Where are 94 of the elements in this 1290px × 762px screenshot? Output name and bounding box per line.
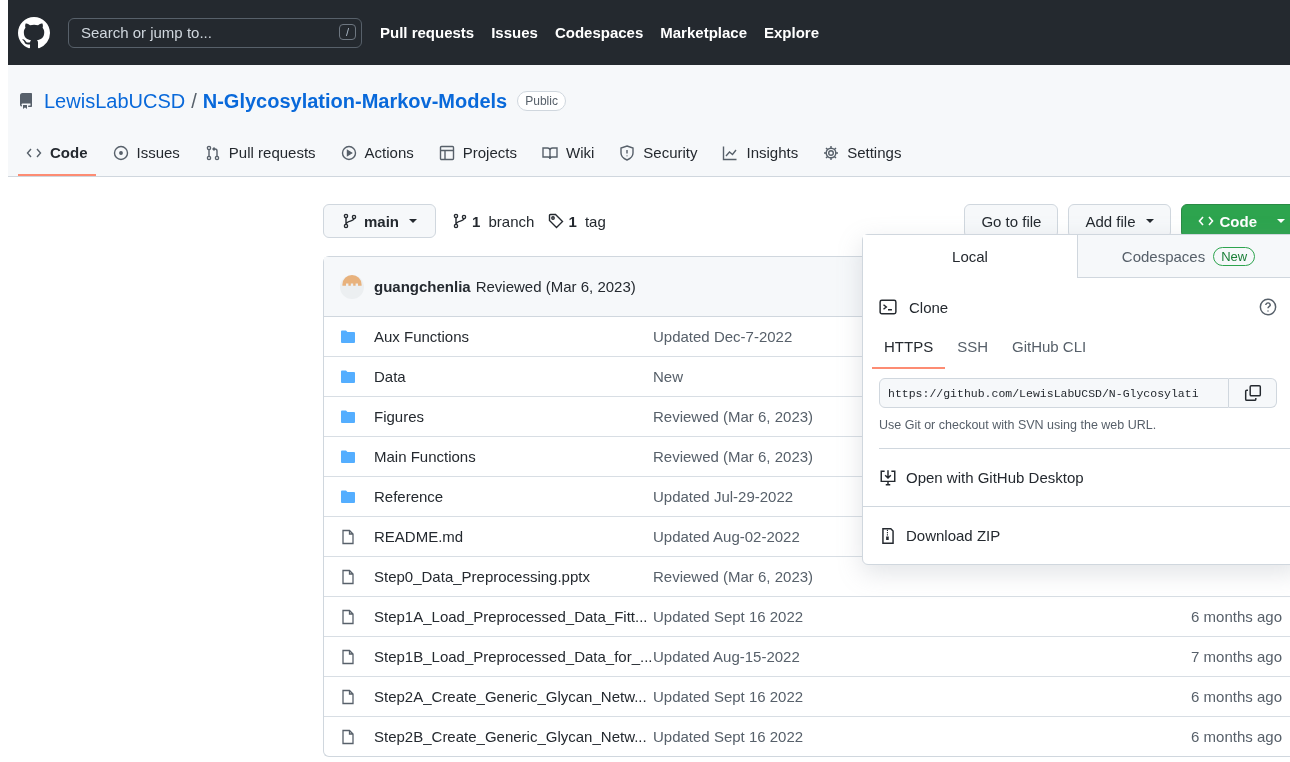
folder-icon: [340, 368, 356, 385]
commit-message-link[interactable]: Reviewed (Mar 6, 2023): [653, 568, 814, 585]
nav-link[interactable]: Pull requests: [380, 24, 475, 41]
clone-hint: Use Git or checkout with SVN using the web URL.: [879, 418, 1290, 449]
circle-dot-icon: [112, 144, 129, 161]
desktop-download-icon: [879, 468, 897, 487]
repo-tab[interactable]: Security: [611, 134, 706, 176]
zip-file-icon: [879, 526, 897, 545]
clone-title: Clone: [909, 298, 949, 316]
tags-link[interactable]: 1 tag: [548, 212, 606, 230]
graph-icon: [722, 144, 739, 161]
protocol-tab[interactable]: GitHub CLI: [1000, 330, 1099, 369]
owner-link[interactable]: LewisLabUCSD: [44, 89, 186, 113]
path-separator: /: [191, 89, 197, 113]
repo-tab[interactable]: Insights: [714, 134, 807, 176]
nav-link[interactable]: Codespaces: [554, 24, 644, 41]
caret-icon: [1145, 219, 1154, 223]
repo-tab[interactable]: Pull requests: [196, 134, 324, 176]
commit-message-link[interactable]: Updated Jul-29-2022: [653, 488, 794, 505]
nav-link[interactable]: Explore: [764, 24, 820, 41]
repo-tab[interactable]: Settings: [815, 134, 910, 176]
copy-button[interactable]: [1229, 378, 1277, 408]
commit-message-link[interactable]: Updated Aug-15-2022: [653, 648, 800, 665]
branch-icon: [342, 213, 358, 229]
commit-age: 6 months ago: [1191, 728, 1282, 745]
commit-message-link[interactable]: Updated Dec-7-2022: [653, 328, 793, 345]
repo-tab[interactable]: Actions: [332, 134, 422, 176]
folder-icon: [340, 448, 356, 465]
menu-item[interactable]: Download ZIP: [863, 507, 1290, 564]
shield-icon: [619, 144, 636, 161]
repo-tab[interactable]: Code: [18, 134, 96, 176]
file-name-link[interactable]: Reference: [374, 488, 653, 505]
commit-author[interactable]: guangchenlia: [374, 278, 471, 295]
clone-url-field[interactable]: https://github.com/LewisLabUCSD/N-Glycosylati: [879, 378, 1229, 408]
file-icon: [340, 608, 356, 625]
folder-icon: [340, 408, 356, 425]
file-name-link[interactable]: README.md: [374, 528, 653, 545]
commit-age: 6 months ago: [1191, 608, 1282, 625]
file-name-link[interactable]: Step1B_Load_Preprocessed_Data_for_...: [374, 648, 653, 665]
file-name-link[interactable]: Step2B_Create_Generic_Glycan_Netw...: [374, 728, 653, 745]
file-name-link[interactable]: Main Functions: [374, 448, 653, 465]
file-icon: [340, 648, 356, 665]
visibility-label: Public: [517, 91, 566, 111]
commit-message-link[interactable]: Updated Sept 16 2022: [653, 728, 804, 745]
file-icon: [340, 728, 356, 745]
file-icon: [340, 568, 356, 585]
commit-age: 7 months ago: [1191, 648, 1282, 665]
commit-age: 6 months ago: [1191, 688, 1282, 705]
commit-message-link[interactable]: Updated Sept 16 2022: [653, 688, 804, 705]
play-icon: [340, 144, 357, 161]
nav-link[interactable]: Marketplace: [660, 24, 747, 41]
avatar-icon: [340, 274, 364, 299]
repo-tab[interactable]: Issues: [104, 134, 188, 176]
commit-message-link[interactable]: Reviewed (Mar 6, 2023): [653, 448, 814, 465]
branches-link[interactable]: 1 branch: [452, 212, 535, 230]
table-icon: [438, 144, 455, 161]
shortcut-key: /: [338, 23, 356, 40]
commit-message-link[interactable]: New: [653, 368, 683, 385]
repo-tab[interactable]: Wiki: [533, 134, 603, 176]
branch-icon: [452, 213, 468, 229]
branch-selector[interactable]: main: [323, 204, 436, 238]
file-icon: [340, 528, 356, 545]
file-name-link[interactable]: Data: [374, 368, 653, 385]
logo-icon[interactable]: [18, 16, 50, 49]
file-name-link[interactable]: Aux Functions: [374, 328, 653, 345]
book-icon: [541, 144, 558, 161]
repo-name-link[interactable]: N-Glycosylation-Markov-Models: [202, 89, 508, 113]
file-name-link[interactable]: Step2A_Create_Generic_Glycan_Netw...: [374, 688, 653, 705]
help-icon[interactable]: [1259, 298, 1277, 316]
nav-link[interactable]: Issues: [491, 24, 538, 41]
file-name-link[interactable]: Step1A_Load_Preprocessed_Data_Fitt...: [374, 608, 653, 625]
caret-icon: [1277, 219, 1285, 223]
settings-icon: [823, 144, 840, 161]
copy-icon: [1243, 384, 1262, 402]
commit-message-link[interactable]: Reviewed (Mar 6, 2023): [653, 408, 814, 425]
protocol-tab[interactable]: SSH: [945, 330, 1000, 369]
file-icon: [340, 688, 356, 705]
pull-request-icon: [204, 144, 221, 161]
folder-icon: [340, 328, 356, 345]
commit-message-link[interactable]: Updated Sept 16 2022: [653, 608, 804, 625]
terminal-icon: [879, 298, 897, 316]
repo-icon: [18, 93, 34, 109]
commit-message-link[interactable]: Updated Aug-02-2022: [653, 528, 800, 545]
tag-icon: [548, 213, 565, 229]
menu-item[interactable]: Open with GitHub Desktop: [863, 449, 1290, 507]
protocol-tab[interactable]: HTTPS: [872, 330, 946, 369]
dropdown-tab[interactable]: Codespaces New: [1077, 235, 1290, 278]
caret-icon: [409, 219, 417, 223]
folder-icon: [340, 488, 356, 505]
dropdown-tab[interactable]: Local: [863, 235, 1077, 278]
repo-tab[interactable]: Projects: [430, 134, 525, 176]
commit-message[interactable]: Reviewed (Mar 6, 2023): [475, 278, 636, 295]
file-name-link[interactable]: Figures: [374, 408, 653, 425]
file-name-link[interactable]: Step0_Data_Preprocessing.pptx: [374, 568, 653, 585]
